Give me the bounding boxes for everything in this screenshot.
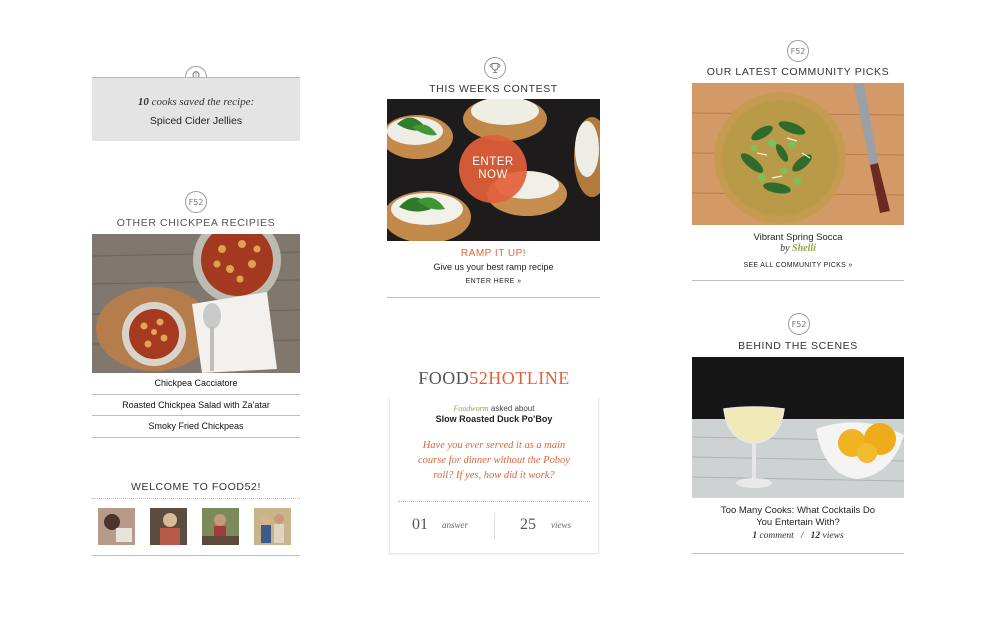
divider [92, 555, 300, 556]
scenes-photo[interactable] [692, 357, 904, 498]
f52-badge-icon: F52 [788, 313, 810, 335]
saved-text: cooks saved the recipe: [151, 96, 255, 108]
scenes-sep: / [800, 531, 804, 541]
hotline-logo[interactable]: FOOD52HOTLINE [389, 368, 599, 389]
divider [692, 553, 904, 554]
dotted-divider [92, 498, 300, 499]
divider [92, 415, 300, 416]
dotted-divider [398, 501, 590, 502]
views-count: 25 [520, 516, 536, 533]
saved-recipe-name[interactable]: Spiced Cider Jellies [92, 115, 300, 127]
hotline-logo-num: 52 [469, 368, 489, 388]
enter-now-line1: ENTER [472, 156, 514, 168]
scenes-comments-label[interactable]: comment [759, 531, 793, 541]
scenes-stats: 1 comment / 12 views [692, 531, 904, 541]
chickpea-link-2[interactable]: Roasted Chickpea Salad with Za'atar [92, 400, 300, 410]
community-recipe[interactable]: Vibrant Spring Socca [692, 232, 904, 243]
contest-subtitle: Give us your best ramp recipe [433, 262, 554, 272]
community-by: by [780, 243, 790, 254]
enter-here-link[interactable]: ENTER HERE » [387, 278, 600, 285]
trophy-badge-icon [484, 57, 506, 79]
stat-divider [494, 513, 495, 539]
avatar[interactable] [98, 508, 135, 545]
saved-count: 10 [137, 96, 149, 108]
scenes-comments-num: 1 [752, 531, 758, 541]
divider [92, 437, 300, 438]
scenes-views-num: 12 [810, 531, 821, 541]
answers-count: 01 [412, 516, 428, 533]
scenes-views-label: views [822, 531, 844, 541]
scenes-headline-line2: You Entertain With? [756, 517, 840, 528]
scenes-headline[interactable]: Too Many Cooks: What Cocktails Do You En… [692, 505, 904, 529]
enter-now-button[interactable]: ENTER NOW [459, 135, 527, 203]
hotline-user[interactable]: Foodworm [454, 404, 489, 413]
divider [692, 280, 904, 281]
divider [92, 394, 300, 395]
welcome-title: WELCOME TO FOOD52! [130, 481, 262, 493]
f52-badge-icon: F52 [787, 40, 809, 62]
answers-label: answer [442, 520, 469, 530]
chickpea-link-3[interactable]: Smoky Fried Chickpeas [92, 421, 300, 431]
chickpea-section-title: OTHER CHICKPEA RECIPIES [116, 217, 276, 229]
scenes-title: BEHIND THE SCENES [738, 340, 858, 352]
scenes-headline-line1: Too Many Cooks: What Cocktails Do [720, 505, 876, 516]
contest-headline[interactable]: RAMP IT UP! [387, 248, 600, 259]
contest-title: THIS WEEKS CONTEST [429, 83, 558, 95]
hotline-asked: asked about [490, 404, 535, 413]
hotline-recipe[interactable]: Slow Roasted Duck Po'Boy [389, 414, 599, 424]
hotline-logo-hotline: HOTLINE [488, 368, 570, 388]
community-author[interactable]: Shelli [792, 243, 816, 254]
avatar[interactable] [254, 508, 291, 545]
see-all-community-link[interactable]: SEE ALL COMMUNITY PICKS » [692, 262, 904, 269]
views-label: views [551, 520, 571, 530]
enter-now-line2: NOW [478, 169, 508, 181]
divider [387, 297, 600, 298]
community-photo[interactable] [692, 83, 904, 225]
chickpea-photo[interactable] [92, 234, 300, 373]
hotline-logo-food: FOOD [418, 368, 470, 388]
saved-recipe-box[interactable]: 10 cooks saved the recipe: Spiced Cider … [92, 77, 300, 141]
avatar[interactable] [150, 508, 187, 545]
f52-badge-icon: F52 [185, 191, 207, 213]
hotline-question[interactable]: Have you ever served it as a main course… [410, 438, 578, 483]
chickpea-link-1[interactable]: Chickpea Cacciatore [92, 378, 300, 388]
avatar[interactable] [202, 508, 239, 545]
community-title: OUR LATEST COMMUNITY PICKS [706, 66, 890, 78]
